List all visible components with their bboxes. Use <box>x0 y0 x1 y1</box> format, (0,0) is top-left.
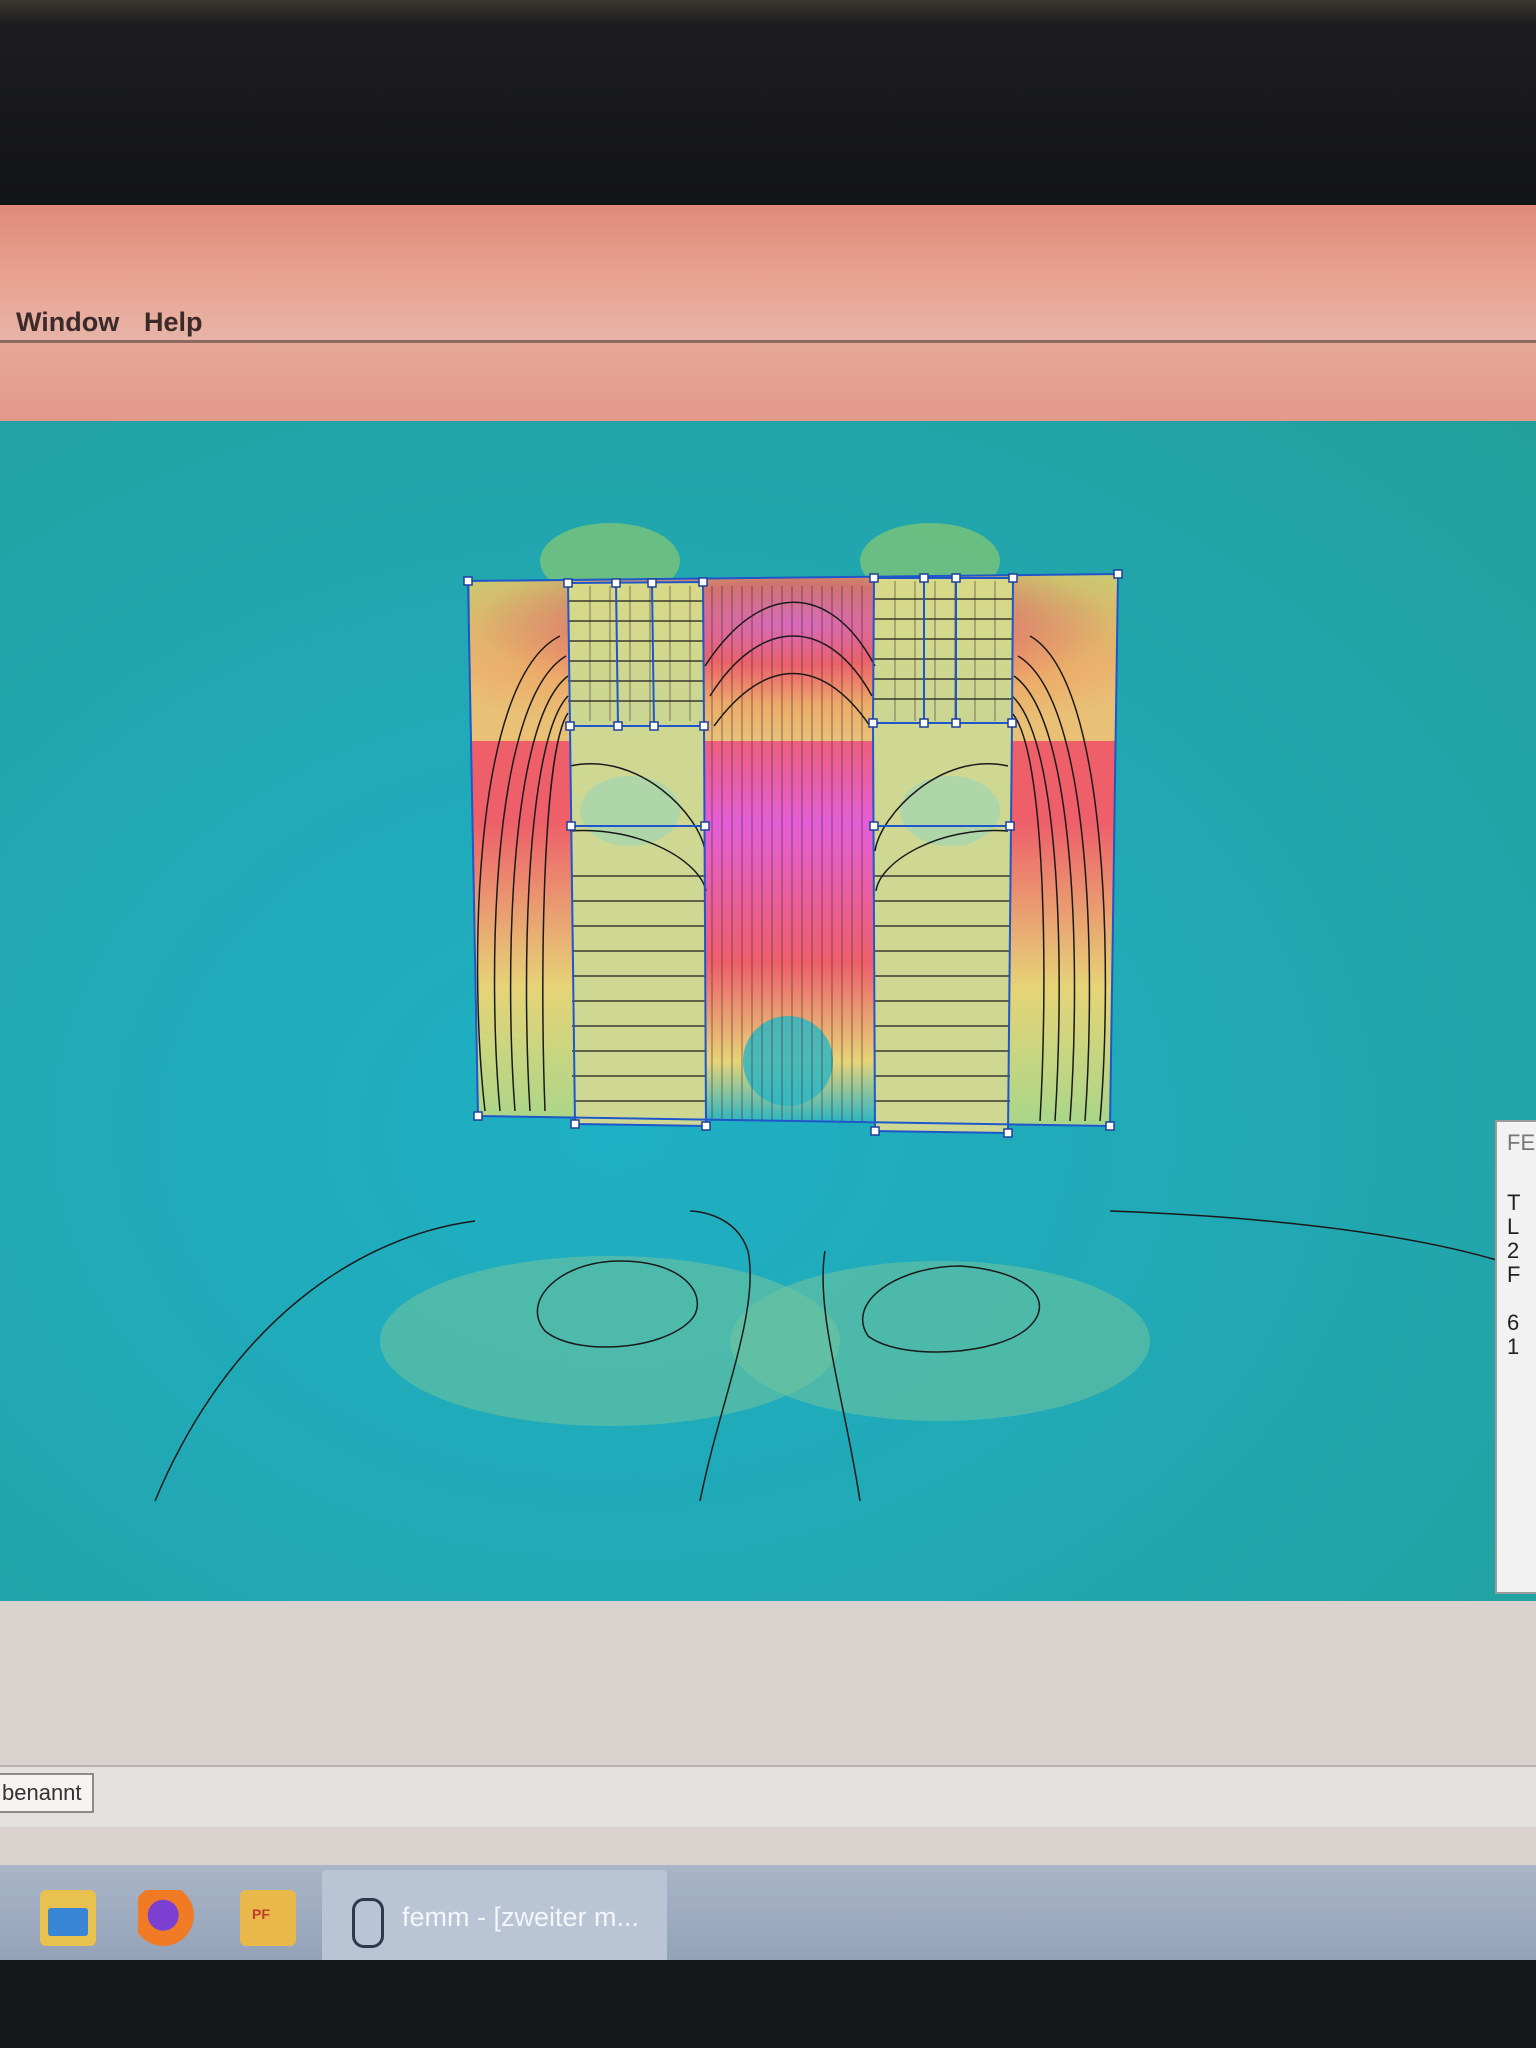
panel-line: T <box>1507 1190 1521 1215</box>
monitor-bezel-top <box>0 0 1536 215</box>
monitor-bezel-bottom <box>0 1960 1536 2048</box>
panel-line: L <box>1507 1214 1520 1239</box>
taskbar-task-label: femm - [zweiter m... <box>402 1902 640 1932</box>
top-slot-right <box>873 578 1013 723</box>
femm-window: Window Help FE T L 2 F 6 1 benannt PF fe… <box>0 205 1536 2005</box>
panel-line: 1 <box>1507 1334 1520 1359</box>
firefox-icon[interactable] <box>138 1890 194 1946</box>
pdf-reader-icon[interactable]: PF <box>240 1890 296 1946</box>
status-bar <box>0 1765 1536 1827</box>
halo-right <box>730 1261 1150 1421</box>
femm-icon <box>352 1898 384 1948</box>
panel-line: 2 <box>1507 1238 1520 1263</box>
field-plot[interactable] <box>0 421 1536 1601</box>
menu-bar: Window Help <box>0 205 1536 340</box>
file-explorer-icon[interactable] <box>40 1890 96 1946</box>
top-slot-left <box>568 582 704 726</box>
menu-help[interactable]: Help <box>144 307 203 338</box>
document-tab[interactable]: benannt <box>0 1773 94 1813</box>
panel-title: FE <box>1507 1130 1536 1155</box>
toolbar <box>0 340 1536 424</box>
menu-window[interactable]: Window <box>16 307 119 338</box>
femm-output-panel: FE T L 2 F 6 1 <box>1495 1120 1536 1594</box>
low-field-spot <box>743 1016 833 1106</box>
panel-line: F <box>1507 1262 1521 1287</box>
postprocessor-viewport[interactable] <box>0 421 1536 1601</box>
taskbar-task-femm[interactable]: femm - [zweiter m... <box>322 1870 667 1968</box>
panel-line: 6 <box>1507 1310 1520 1335</box>
